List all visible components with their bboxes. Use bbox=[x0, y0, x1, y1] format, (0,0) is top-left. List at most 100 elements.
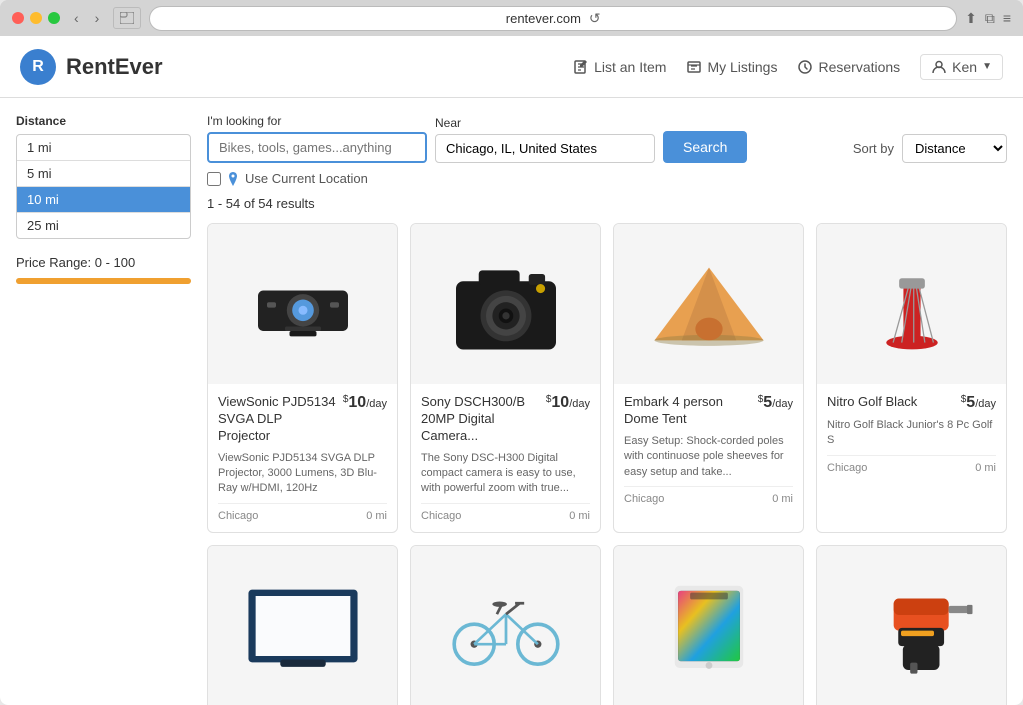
price-slider-fill bbox=[16, 278, 191, 284]
product-title-row: Embark 4 person Dome Tent $5/day bbox=[624, 394, 793, 428]
search-content: I'm looking for Near Search Sort by Dist… bbox=[207, 114, 1007, 705]
product-card[interactable]: Black & Decker LDX112C 12V MAX... $5/day… bbox=[816, 545, 1007, 705]
product-card[interactable]: Schwinn Womens Bike $10/day Schwinn Wome… bbox=[410, 545, 601, 705]
header-nav: List an Item My Listings Reservations Ke… bbox=[573, 54, 1003, 80]
near-input[interactable] bbox=[435, 134, 655, 163]
close-button[interactable] bbox=[12, 12, 24, 24]
product-image bbox=[817, 546, 1006, 705]
distance-item[interactable]: 25 mi bbox=[17, 213, 190, 238]
sort-label: Sort by bbox=[853, 141, 894, 156]
product-card[interactable]: ViewSonic PJD5134 SVGA DLP Projector $10… bbox=[207, 223, 398, 533]
user-menu[interactable]: Ken ▼ bbox=[920, 54, 1003, 80]
user-name: Ken bbox=[952, 59, 977, 75]
back-button[interactable]: ‹ bbox=[68, 8, 85, 28]
my-listings-label: My Listings bbox=[707, 59, 777, 75]
product-title-row: Sony DSCH300/B 20MP Digital Camera... $1… bbox=[421, 394, 590, 445]
product-title-row: Nitro Golf Black $5/day bbox=[827, 394, 996, 412]
looking-for-label: I'm looking for bbox=[207, 114, 427, 128]
location-city: Chicago bbox=[827, 462, 867, 474]
product-desc: Easy Setup: Shock-corded poles with cont… bbox=[624, 434, 793, 480]
forward-button[interactable]: › bbox=[89, 8, 106, 28]
product-info: Embark 4 person Dome Tent $5/day Easy Se… bbox=[614, 384, 803, 515]
list-icon bbox=[686, 59, 702, 75]
product-card[interactable]: Inflatable Movie Screen $10/day Inflatab… bbox=[207, 545, 398, 705]
browser-titlebar: ‹ › rentever.com ↺ ⬆ ⧉ ≡ bbox=[0, 0, 1023, 36]
product-image bbox=[208, 224, 397, 384]
list-item-nav[interactable]: List an Item bbox=[573, 59, 666, 75]
site-header: R RentEver List an Item My Listings Rese… bbox=[0, 36, 1023, 98]
product-name: Embark 4 person Dome Tent bbox=[624, 394, 752, 428]
distance-item[interactable]: 1 mi bbox=[17, 135, 190, 161]
address-bar[interactable]: rentever.com ↺ bbox=[149, 6, 957, 31]
location-distance: 0 mi bbox=[569, 510, 590, 522]
browser-window: ‹ › rentever.com ↺ ⬆ ⧉ ≡ R RentEver bbox=[0, 0, 1023, 705]
product-location: Chicago 0 mi bbox=[218, 503, 387, 522]
product-image bbox=[411, 224, 600, 384]
sort-select[interactable]: DistancePriceNewest bbox=[902, 134, 1007, 163]
location-distance: 0 mi bbox=[366, 510, 387, 522]
product-image bbox=[208, 546, 397, 705]
my-listings-nav[interactable]: My Listings bbox=[686, 59, 777, 75]
product-image bbox=[614, 224, 803, 384]
reservations-label: Reservations bbox=[818, 59, 900, 75]
search-button[interactable]: Search bbox=[663, 131, 747, 163]
price-slider[interactable] bbox=[16, 278, 191, 284]
product-image bbox=[614, 546, 803, 705]
tab-icon bbox=[113, 7, 141, 29]
minimize-button[interactable] bbox=[30, 12, 42, 24]
use-location-label[interactable]: Use Current Location bbox=[245, 171, 368, 186]
page-content: R RentEver List an Item My Listings Rese… bbox=[0, 36, 1023, 705]
sidebar: Distance 1 mi5 mi10 mi25 mi Price Range:… bbox=[16, 114, 191, 705]
distance-section: Distance 1 mi5 mi10 mi25 mi bbox=[16, 114, 191, 239]
traffic-lights bbox=[12, 12, 60, 24]
product-card[interactable]: Samsung Galaxy Tab® 4 10.1 $10/day Samsu… bbox=[613, 545, 804, 705]
logo-area: R RentEver bbox=[20, 49, 163, 85]
reload-button[interactable]: ↺ bbox=[589, 10, 601, 27]
new-tab-button[interactable]: ⧉ bbox=[985, 10, 995, 27]
share-button[interactable]: ⬆ bbox=[965, 10, 977, 27]
distance-list: 1 mi5 mi10 mi25 mi bbox=[16, 134, 191, 239]
search-bar-row: I'm looking for Near Search Sort by Dist… bbox=[207, 114, 1007, 163]
distance-item[interactable]: 5 mi bbox=[17, 161, 190, 187]
price-range-label: Price Range: 0 - 100 bbox=[16, 255, 191, 270]
product-card[interactable]: Nitro Golf Black $5/day Nitro Golf Black… bbox=[816, 223, 1007, 533]
distance-item[interactable]: 10 mi bbox=[17, 187, 190, 213]
product-location: Chicago 0 mi bbox=[624, 486, 793, 505]
sidebar-toggle[interactable]: ≡ bbox=[1003, 10, 1011, 26]
product-desc: The Sony DSC-H300 Digital compact camera… bbox=[421, 451, 590, 497]
product-info: ViewSonic PJD5134 SVGA DLP Projector $10… bbox=[208, 384, 397, 532]
location-city: Chicago bbox=[421, 510, 461, 522]
calendar-icon bbox=[797, 59, 813, 75]
near-label: Near bbox=[435, 116, 655, 130]
product-image bbox=[411, 546, 600, 705]
distance-label: Distance bbox=[16, 114, 191, 128]
looking-for-group: I'm looking for bbox=[207, 114, 427, 163]
product-grid: ViewSonic PJD5134 SVGA DLP Projector $10… bbox=[207, 223, 1007, 705]
product-price: $5/day bbox=[758, 394, 793, 412]
sort-area: Sort by DistancePriceNewest bbox=[853, 134, 1007, 163]
browser-actions: ⬆ ⧉ ≡ bbox=[965, 10, 1011, 27]
maximize-button[interactable] bbox=[48, 12, 60, 24]
location-city: Chicago bbox=[218, 510, 258, 522]
use-location-checkbox[interactable] bbox=[207, 172, 221, 186]
product-location: Chicago 0 mi bbox=[421, 503, 590, 522]
user-icon bbox=[931, 59, 947, 75]
product-info: Sony DSCH300/B 20MP Digital Camera... $1… bbox=[411, 384, 600, 532]
near-group: Near bbox=[435, 116, 655, 163]
search-input[interactable] bbox=[207, 132, 427, 163]
product-info: Nitro Golf Black $5/day Nitro Golf Black… bbox=[817, 384, 1006, 484]
product-name: Sony DSCH300/B 20MP Digital Camera... bbox=[421, 394, 540, 445]
product-desc: Nitro Golf Black Junior's 8 Pc Golf S bbox=[827, 418, 996, 449]
location-city: Chicago bbox=[624, 493, 664, 505]
price-section: Price Range: 0 - 100 bbox=[16, 255, 191, 284]
product-price: $10/day bbox=[546, 394, 590, 412]
main-layout: Distance 1 mi5 mi10 mi25 mi Price Range:… bbox=[0, 98, 1023, 705]
location-distance: 0 mi bbox=[772, 493, 793, 505]
product-price: $10/day bbox=[343, 394, 387, 412]
product-card[interactable]: Sony DSCH300/B 20MP Digital Camera... $1… bbox=[410, 223, 601, 533]
product-card[interactable]: Embark 4 person Dome Tent $5/day Easy Se… bbox=[613, 223, 804, 533]
product-price: $5/day bbox=[961, 394, 996, 412]
product-title-row: ViewSonic PJD5134 SVGA DLP Projector $10… bbox=[218, 394, 387, 445]
logo-icon: R bbox=[20, 49, 56, 85]
reservations-nav[interactable]: Reservations bbox=[797, 59, 900, 75]
